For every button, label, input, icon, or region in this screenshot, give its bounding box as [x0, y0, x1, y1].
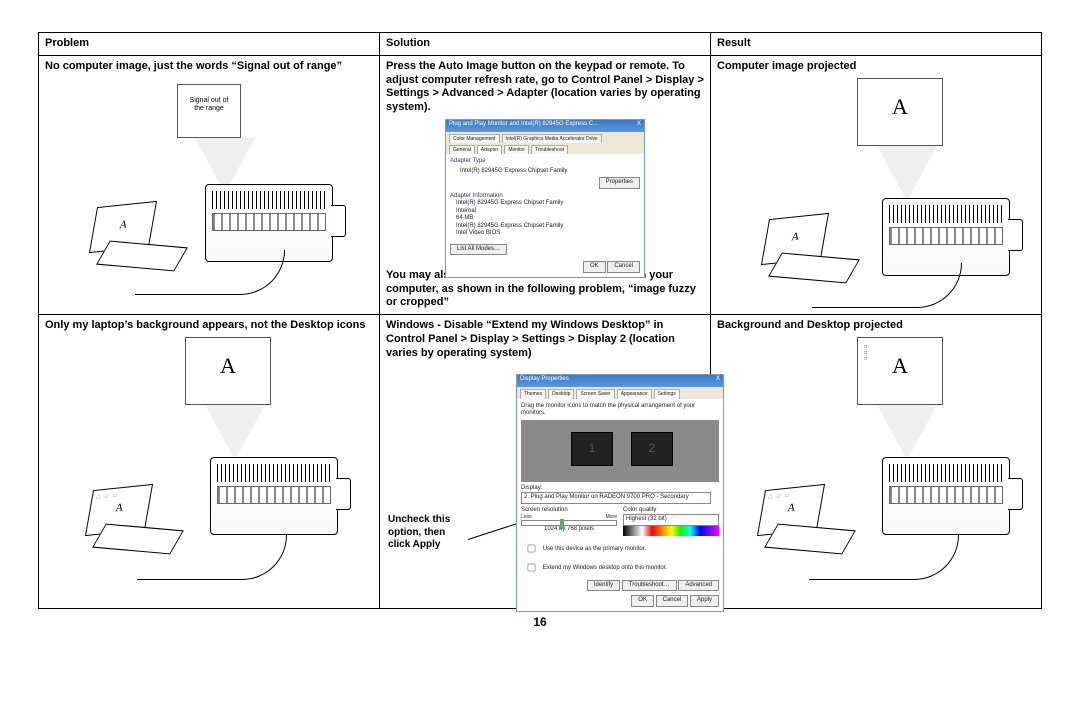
screen-a: A [858, 338, 942, 380]
value: 1024 by 768 pixels [521, 526, 617, 534]
problem2-illustration: A □ □ □ A [45, 337, 373, 577]
callout-text: Uncheck this option, then click Apply [388, 514, 468, 552]
cancel-button[interactable]: Cancel [607, 261, 640, 273]
properties-button[interactable]: Properties [599, 177, 640, 189]
color-strip [623, 526, 719, 536]
label: Use this device as the primary monitor. [543, 546, 646, 552]
value: Intel Video BIOS [456, 230, 500, 236]
projector-icon [882, 457, 1010, 535]
tab[interactable]: Monitor [504, 145, 529, 154]
table-row: Only my laptop’s background appears, not… [39, 315, 1042, 609]
header-solution: Solution [380, 33, 711, 56]
desktop-icons: □□□ [864, 344, 869, 363]
result1-illustration: A A [717, 78, 1035, 298]
tab[interactable]: General [449, 145, 475, 154]
tab[interactable]: Color Management [449, 134, 500, 143]
display-properties-dialog[interactable]: Display Properties X Themes Desktop Scre… [516, 374, 724, 611]
display-dropdown[interactable]: 2. Plug and Play Monitor on RADEON 9700 … [521, 492, 711, 504]
page-number: 16 [38, 615, 1042, 629]
laptop-a: A [761, 485, 824, 519]
result2-title: Background and Desktop projected [717, 319, 1035, 333]
solution2-top: Windows - Disable “Extend my Windows Des… [386, 319, 704, 360]
extend-desktop-checkbox[interactable]: Extend my Windows desktop onto this moni… [521, 565, 667, 571]
tab[interactable]: Screen Saver [576, 389, 614, 398]
troubleshoot-table: Problem Solution Result No computer imag… [38, 32, 1042, 609]
problem1-title: No computer image, just the words “Signa… [45, 60, 373, 74]
tab[interactable]: Troubleshoot [531, 145, 568, 154]
troubleshoot-button[interactable]: Troubleshoot… [622, 580, 677, 592]
list-modes-button[interactable]: List All Modes… [450, 244, 507, 256]
problem2-title: Only my laptop’s background appears, not… [45, 319, 373, 333]
dialog-tabs[interactable]: Themes Desktop Screen Saver Appearance S… [517, 387, 723, 398]
tab-active[interactable]: Adapter [477, 145, 503, 154]
label: Adapter Type [450, 158, 640, 166]
resolution-slider[interactable] [521, 520, 617, 526]
solution1-top: Press the Auto Image button on the keypa… [386, 60, 704, 115]
projector-icon [210, 457, 338, 535]
result1-title: Computer image projected [717, 60, 1035, 74]
value: Internal [456, 208, 476, 214]
ok-button[interactable]: OK [631, 595, 654, 607]
dialog-tabs2[interactable]: General Adapter Monitor Troubleshoot [446, 143, 644, 154]
primary-monitor-checkbox[interactable]: Use this device as the primary monitor. [521, 546, 646, 552]
color-quality-dropdown[interactable]: Highest (32 bit) [623, 514, 719, 526]
screen-a: A [186, 338, 270, 380]
laptop-a: A [89, 485, 152, 519]
monitor-2[interactable]: 2 [631, 432, 673, 466]
label: Extend my Windows desktop onto this moni… [543, 565, 667, 571]
adapter-dialog[interactable]: Plug and Play Monitor and Intel(R) 82945… [445, 119, 645, 278]
apply-button[interactable]: Apply [690, 595, 719, 607]
header-problem: Problem [39, 33, 380, 56]
value: 64 MB [456, 215, 473, 221]
label: Color quality [623, 507, 719, 515]
tab[interactable]: Appearance [617, 389, 652, 398]
screen-a: A [858, 79, 942, 121]
header-result: Result [711, 33, 1042, 56]
result2-illustration: □□□ A □ □ □ A [717, 337, 1035, 577]
identify-button[interactable]: Identify [587, 580, 620, 592]
dialog-tabs[interactable]: Color Management Intel(R) Graphics Media… [446, 132, 644, 143]
tab[interactable]: Themes [520, 389, 546, 398]
screen-text: Signal out of the range [178, 85, 240, 115]
label: Adapter Information [450, 193, 640, 201]
cancel-button[interactable]: Cancel [656, 595, 689, 607]
laptop-a: A [93, 201, 156, 235]
value: Intel(R) 82945G Express Chipset Family [456, 223, 563, 229]
instr: Drag the monitor icons to match the phys… [521, 403, 719, 418]
value: Intel(R) 82945G Express Chipset Family [460, 168, 640, 176]
problem1-illustration: Signal out of the range A [45, 78, 373, 298]
advanced-button[interactable]: Advanced [678, 580, 719, 592]
dialog-title: Plug and Play Monitor and Intel(R) 82945… [449, 121, 599, 131]
tab-active[interactable]: Settings [654, 389, 680, 398]
manual-page: Problem Solution Result No computer imag… [0, 0, 1080, 637]
dialog-title: Display Properties [520, 376, 569, 386]
solution1-dialog-wrap: Plug and Play Monitor and Intel(R) 82945… [386, 119, 704, 269]
monitor-1[interactable]: 1 [571, 432, 613, 466]
solution2-dialog-wrap: Uncheck this option, then click Apply Di… [386, 364, 704, 604]
monitor-arranger[interactable]: 1 2 [521, 420, 719, 482]
label: Screen resolution [521, 507, 617, 515]
tab[interactable]: Desktop [548, 389, 574, 398]
value: Intel(R) 82945G Express Chipset Family [456, 200, 563, 206]
label: Display: [521, 485, 542, 491]
laptop-a: A [765, 213, 828, 247]
tab[interactable]: Intel(R) Graphics Media Accelerator Driv… [502, 134, 602, 143]
close-icon[interactable]: X [637, 121, 641, 131]
ok-button[interactable]: OK [583, 261, 606, 273]
table-row: No computer image, just the words “Signa… [39, 55, 1042, 314]
